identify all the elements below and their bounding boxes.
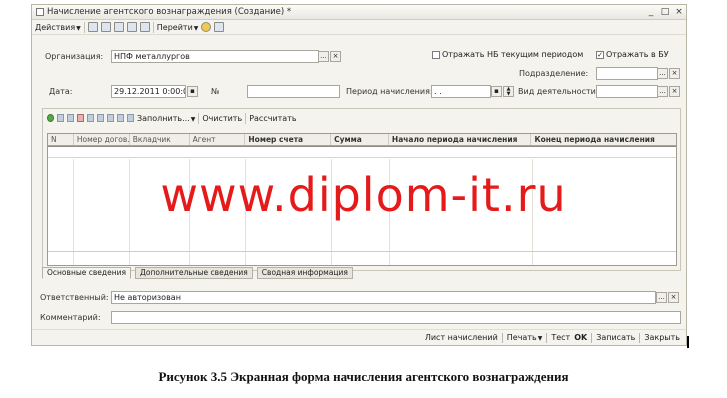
minimize-button[interactable]: _ [644,5,658,20]
organization-field[interactable]: НПФ металлургов [111,50,319,63]
column-header[interactable]: N [48,134,74,145]
checkbox-box[interactable] [432,50,440,59]
help-icon[interactable] [201,22,212,32]
tab-additional-info[interactable]: Дополнительные сведения [135,267,253,279]
print-form-icon[interactable] [214,22,225,32]
subdivision-select-button[interactable]: ... [657,68,668,79]
subdivision-field[interactable] [596,67,658,80]
responsible-field[interactable]: Не авторизован [111,291,656,304]
column-header[interactable]: Конец периода начисления [531,134,676,145]
comment-field[interactable] [111,311,681,324]
copy-icon[interactable] [113,22,124,32]
document-icon [36,8,44,16]
activity-label: Вид деятельности: [518,87,599,96]
responsible-select-button[interactable]: ... [656,292,667,303]
bar-separator [639,332,641,343]
table-toolbar: Заполнить...▼ Очистить Рассчитать [47,112,297,124]
save-document-icon[interactable] [87,22,98,32]
main-toolbar: Действия▼ Перейти▼ [32,20,686,35]
actions-label: Действия [35,22,76,32]
save-button[interactable]: Записать [596,333,635,342]
number-field[interactable] [247,85,340,98]
activity-field[interactable] [596,85,658,98]
date-field[interactable]: 29.12.2011 0:00:00 [111,85,186,98]
toolbar-separator [83,21,85,33]
toolbar-separator [152,21,154,33]
maximize-button[interactable]: □ [658,5,672,20]
end-edit-icon[interactable] [87,114,94,122]
table-row[interactable] [48,146,676,158]
period-calendar-icon[interactable]: ▪ [491,86,502,97]
organization-label: Организация: [45,52,104,61]
window-title: Начисление агентского вознаграждения (Со… [47,7,292,17]
fill-menu[interactable]: Заполнить...▼ [137,114,195,123]
bottom-command-bar: Лист начислений Печать▼ Тест OK Записать… [32,329,686,345]
responsible-clear-button[interactable]: × [668,292,679,303]
report-icon[interactable] [139,22,150,32]
sort-asc-icon[interactable] [117,114,124,122]
subdivision-label: Подразделение: [519,69,589,78]
subdivision-clear-button[interactable]: × [669,68,680,79]
organization-select-button[interactable]: ... [318,51,329,62]
accrual-sheet-button[interactable]: Лист начислений [425,333,498,342]
toolbar-separator [198,112,200,124]
document-structure-icon[interactable] [126,22,137,32]
delete-row-icon[interactable] [77,114,84,122]
table-header: N Номер догов... Вкладчик Агент Номер сч… [48,134,676,146]
close-button[interactable]: Закрыть [644,333,680,342]
column-header[interactable]: Начало периода начисления [389,134,532,145]
bar-separator [501,332,503,343]
period-field[interactable]: . . [431,85,491,98]
post-document-icon[interactable] [100,22,111,32]
copy-row-icon[interactable] [57,114,64,122]
show-nb-checkbox[interactable]: Отражать НБ текущим периодом [432,50,583,59]
calendar-icon[interactable]: ▪ [187,86,198,97]
close-window-button[interactable]: × [672,5,686,20]
checkbox-checked-icon[interactable]: ✓ [596,50,604,59]
test-button[interactable]: Тест [551,333,570,342]
toolbar-separator [245,112,247,124]
print-label: Печать [506,333,537,342]
clear-button[interactable]: Очистить [202,114,242,123]
column-header[interactable]: Номер догов... [74,134,130,145]
calculate-button[interactable]: Рассчитать [249,114,296,123]
title-bar[interactable]: Начисление агентского вознаграждения (Со… [32,5,686,20]
activity-clear-button[interactable]: × [669,86,680,97]
goto-label: Перейти [156,22,193,32]
watermark-text: www.diplom-it.ru [160,168,567,222]
sort-desc-icon[interactable] [127,114,134,122]
bar-separator [546,332,548,343]
tab-summary-info[interactable]: Сводная информация [256,267,353,279]
ok-button[interactable]: OK [574,333,587,342]
figure-caption: Рисунок 3.5 Экранная форма начисления аг… [158,369,569,384]
print-menu[interactable]: Печать▼ [507,333,543,342]
add-row-icon[interactable] [47,114,54,122]
show-bu-label: Отражать в БУ [606,50,669,59]
date-label: Дата: [49,87,73,96]
activity-select-button[interactable]: ... [657,86,668,97]
organization-clear-button[interactable]: × [330,51,341,62]
show-bu-checkbox[interactable]: ✓ Отражать в БУ [596,50,669,59]
responsible-label: Ответственный: [40,293,109,302]
bar-separator [591,332,593,343]
comment-label: Комментарий: [40,313,101,322]
column-header[interactable]: Сумма [331,134,389,145]
show-nb-label: Отражать НБ текущим периодом [442,50,584,59]
tab-main-info[interactable]: Основные сведения [42,267,132,279]
edit-row-icon[interactable] [67,114,74,122]
fill-label: Заполнить... [137,113,190,123]
column-header[interactable]: Вкладчик [130,134,190,145]
goto-menu[interactable]: Перейти▼ [157,23,199,32]
column-header[interactable]: Номер счета [245,134,332,145]
period-spin-icon[interactable]: ▲ ▼ [503,86,514,97]
text-cursor [687,336,689,348]
move-down-icon[interactable] [107,114,114,122]
tab-bar: Основные сведения Дополнительные сведени… [42,267,353,279]
number-label: № [211,87,220,96]
period-label: Период начисления: [346,87,433,96]
table-footer [48,251,676,265]
actions-menu[interactable]: Действия▼ [35,23,81,32]
move-up-icon[interactable] [97,114,104,122]
column-header[interactable]: Агент [190,134,246,145]
